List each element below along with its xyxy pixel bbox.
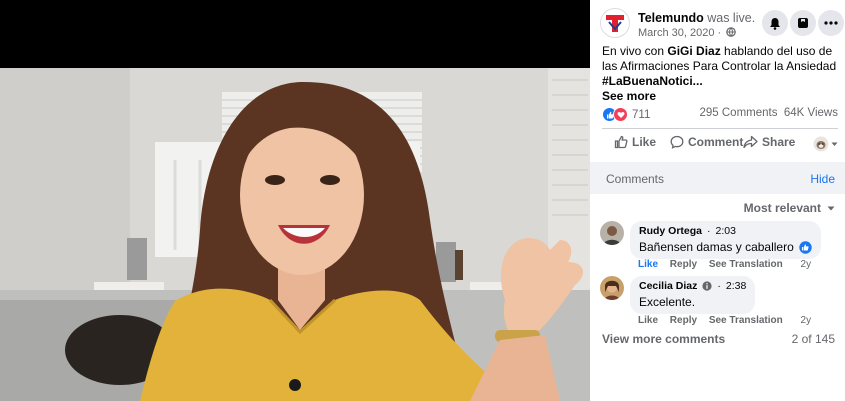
notification-button[interactable] [762,10,788,36]
post-side-panel: Telemundo was live. March 30, 2020 · En … [590,0,845,401]
reactions-summary[interactable]: 711 [602,107,650,122]
reaction-identity-selector[interactable] [813,136,838,152]
more-icon [824,21,838,25]
globe-icon [726,27,737,37]
comment-reply-button[interactable]: Reply [670,259,697,270]
hide-comments-link[interactable]: Hide [810,172,835,186]
share-button[interactable]: Share [743,135,795,149]
comment-header: Cecilia Diaz · 2:38 [639,280,747,292]
like-button[interactable]: Like [614,135,656,149]
sort-label: Most relevant [743,201,821,215]
commenter-name[interactable]: Rudy Ortega [639,225,702,237]
comment-sort-dropdown[interactable]: Most relevant [744,201,835,215]
post-actions: Like Comment Share [602,135,838,155]
view-more-comments-link[interactable]: View more comments [602,332,725,346]
comment-timestamp[interactable]: 2:03 [716,225,736,237]
post-text: En vivo con GiGi Diaz hablando del uso d… [602,44,838,89]
comment-header: Rudy Ortega · 2:03 [639,225,736,237]
see-translation-button[interactable]: See Translation [709,259,783,270]
comments-header: Comments Hide [590,162,845,194]
post-date[interactable]: March 30, 2020 · [638,27,721,39]
divider [602,128,838,129]
comment-like-button[interactable]: Like [638,259,658,270]
more-options-button[interactable] [818,10,844,36]
hashtag-link[interactable]: #LaBuenaNotici... [602,74,703,88]
page-name[interactable]: Telemundo [638,11,704,25]
comments-title: Comments [606,172,665,186]
comment-age[interactable]: 2y [801,315,812,326]
comment-view-stats: 295 Comments 64K Views [699,107,838,119]
save-icon [798,18,808,28]
tagged-person[interactable]: GiGi Diaz [667,44,720,58]
video-frame [0,0,590,401]
comments-pagination-count: 2 of 145 [791,332,835,346]
bell-icon [770,17,780,30]
comment-timestamp[interactable]: 2:38 [726,280,746,292]
like-label: Like [632,135,657,149]
commenter-name[interactable]: Cecilia Diaz [639,280,697,292]
share-icon [743,135,758,149]
comment-like-button[interactable]: Like [638,315,658,326]
page-name-line: Telemundo was live. [638,11,755,25]
caret-down-icon [831,142,838,146]
post-text-prefix: En vivo con [602,44,668,58]
live-status: was live. [707,11,756,25]
post-stats: 711 295 Comments 64K Views [602,107,838,123]
caret-down-icon [827,206,835,210]
comment-text: Excelente. [639,295,696,309]
commenter-avatar[interactable] [600,221,624,245]
profile-avatar [813,136,829,152]
comment-bubble: Cecilia Diaz · 2:38 Excelente. [630,276,756,314]
reaction-count: 711 [632,108,651,121]
comment-button[interactable]: Comment [670,135,743,149]
love-reaction-icon [613,107,628,122]
comment-count[interactable]: 295 Comments [699,107,777,119]
comment-label: Comment [688,135,744,149]
like-reaction-icon[interactable] [799,240,812,254]
view-count: 64K Views [783,107,838,119]
comment-text: Bañensen damas y caballero [639,240,794,254]
comment-reply-button[interactable]: Reply [670,315,697,326]
comment-bubble: Rudy Ortega · 2:03 Bañensen damas y caba… [630,221,821,259]
comment-icon [670,135,684,149]
comment-text-line: Excelente. [639,295,746,309]
live-video-player[interactable] [0,0,590,401]
comment-actions: Like Reply See Translation 2y [638,259,820,270]
comment-actions: Like Reply See Translation 2y [638,315,820,326]
info-icon[interactable] [702,281,712,291]
see-more-link[interactable]: See more [602,89,656,103]
telemundo-logo[interactable] [600,8,630,38]
thumbs-up-icon [614,135,628,149]
post-header: Telemundo was live. March 30, 2020 · [600,8,845,42]
comment-text-line: Bañensen damas y caballero [639,240,812,254]
commenter-avatar[interactable] [600,276,624,300]
share-label: Share [762,135,796,149]
comment-age[interactable]: 2y [801,259,812,270]
post-date-line: March 30, 2020 · [638,27,737,39]
see-translation-button[interactable]: See Translation [709,315,783,326]
save-button[interactable] [790,10,816,36]
